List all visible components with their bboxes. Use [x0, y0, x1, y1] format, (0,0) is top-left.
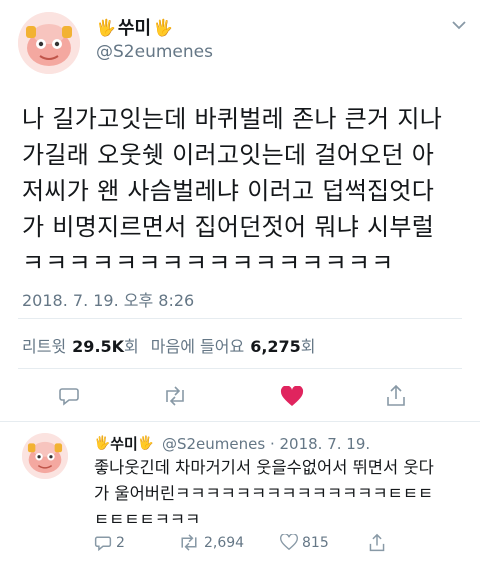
hand-emoji-right-icon: 🖐	[153, 17, 173, 37]
reply-avatar[interactable]	[22, 433, 68, 479]
tweet-text-line: 저씨가 왠 사슴벌레냐 이러고 덥썩집엇다	[22, 177, 435, 205]
divider	[0, 421, 480, 422]
tweet-text-line: 나 길가고잇는데 바퀴벌레 존나 큰거 지나	[22, 105, 443, 133]
tweet-text-line: 가길래 오웃쉣 이러고잇는데 걸어오던 아	[22, 141, 435, 169]
likes-count[interactable]: 6,275	[250, 337, 301, 356]
reply-text-line: 가 울어버린ㅋㅋㅋㅋㅋㅋㅋㅋㅋㅋㅋㅋㅋㅋㅌㅌㅌ	[94, 484, 434, 503]
reply-text-line: ㅌㅌㅌㅌㅋㅋㅋ	[94, 510, 201, 529]
avatar[interactable]	[18, 12, 80, 74]
chevron-down-icon[interactable]	[452, 20, 466, 30]
share-icon[interactable]	[385, 384, 407, 408]
avatar-image	[22, 433, 68, 479]
reply-header: 🖐 쑤미 🖐 @S2eumenes · 2018. 7. 19.	[94, 433, 370, 454]
reply-reply-button[interactable]: 2	[94, 534, 125, 552]
tweet-text-line: ㅋㅋㅋㅋㅋㅋㅋㅋㅋㅋㅋㅋㅋㅋㅋㅋ	[22, 249, 395, 277]
reply-text-line: 좋나웃긴데 차마거기서 웃을수없어서 뛰면서 웃다	[94, 458, 434, 477]
retweets-count[interactable]: 29.5K	[72, 337, 124, 356]
likes-unit: 회	[300, 337, 316, 356]
engagement-stats: 리트윗 29.5K 회 마음에 들어요 6,275 회	[22, 333, 316, 357]
hand-emoji-left-icon: 🖐	[94, 436, 111, 451]
retweets-label: 리트윗	[22, 337, 67, 356]
tweet-timestamp[interactable]: 2018. 7. 19. 오후 8:26	[22, 287, 194, 311]
display-name-text: 쑤미	[117, 18, 152, 39]
reply-display-name[interactable]: 쑤미	[110, 433, 138, 454]
user-handle[interactable]: @S2eumenes	[96, 42, 213, 62]
reply-retweet-button[interactable]: 2,694	[178, 534, 244, 551]
display-name[interactable]: 🖐 쑤미 🖐	[96, 14, 173, 40]
reply-icon[interactable]	[58, 385, 80, 407]
avatar-image	[18, 12, 80, 74]
retweet-icon	[178, 534, 200, 551]
hand-emoji-right-icon: 🖐	[137, 436, 154, 451]
reply-text: 좋나웃긴데 차마거기서 웃을수없어서 뛰면서 웃다 가 울어버린ㅋㅋㅋㅋㅋㅋㅋㅋ…	[94, 455, 476, 533]
like-count: 815	[302, 534, 329, 551]
heart-icon[interactable]	[280, 386, 304, 408]
reply-handle-date[interactable]: @S2eumenes · 2018. 7. 19.	[162, 435, 370, 453]
divider	[18, 318, 462, 319]
divider	[18, 368, 462, 369]
reply-like-button[interactable]: 815	[280, 534, 329, 551]
retweets-unit: 회	[124, 337, 139, 356]
tweet-text: 나 길가고잇는데 바퀴벌레 존나 큰거 지나 가길래 오웃쉣 이러고잇는데 걸어…	[22, 101, 477, 281]
reply-count: 2	[116, 535, 125, 551]
reply-icon	[94, 534, 112, 552]
retweet-count: 2,694	[204, 534, 245, 551]
likes-label: 마음에 들어요	[150, 337, 245, 356]
share-icon[interactable]	[368, 533, 386, 553]
retweet-icon[interactable]	[162, 386, 188, 406]
tweet-text-line: 가 비명지르면서 집어던젓어 뭐냐 시부럴	[22, 213, 435, 241]
hand-emoji-left-icon: 🖐	[96, 17, 116, 37]
heart-outline-icon	[280, 534, 298, 551]
